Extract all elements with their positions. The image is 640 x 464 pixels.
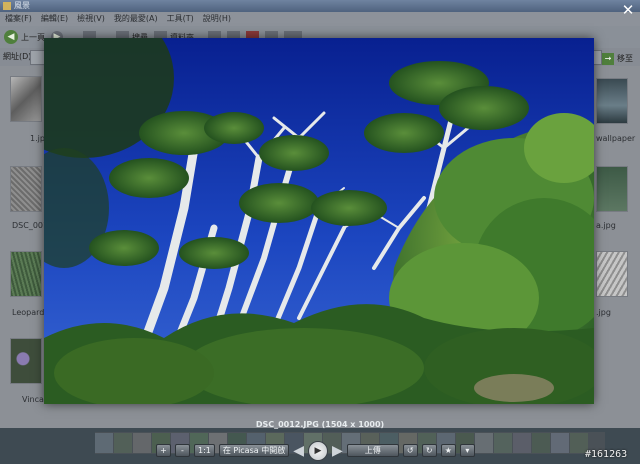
play-slideshow-button[interactable]: ▶ bbox=[307, 440, 328, 461]
back-button[interactable]: ◀ 上一頁 bbox=[4, 30, 45, 44]
folder-icon bbox=[3, 2, 11, 10]
rotate-left-icon[interactable]: ↺ bbox=[402, 444, 418, 457]
menu-file[interactable]: 檔案(F) bbox=[5, 12, 32, 26]
window-title: 風景 bbox=[14, 1, 30, 10]
file-thumbnail[interactable] bbox=[596, 166, 628, 212]
tree-photo bbox=[44, 38, 594, 404]
photo-preview bbox=[44, 38, 594, 404]
filmstrip-thumbnail[interactable] bbox=[532, 433, 550, 453]
menu-help[interactable]: 說明(H) bbox=[203, 12, 231, 26]
file-name: wallpaper bbox=[596, 134, 636, 143]
menu-edit[interactable]: 編輯(E) bbox=[41, 12, 68, 26]
menu-view[interactable]: 檢視(V) bbox=[77, 12, 105, 26]
address-label: 網址(D) bbox=[3, 52, 32, 61]
next-arrow-icon[interactable]: ▶ bbox=[332, 444, 343, 458]
file-name: Vinca bbox=[22, 395, 44, 404]
rotate-right-icon[interactable]: ↻ bbox=[421, 444, 437, 457]
previous-arrow-icon[interactable]: ◀ bbox=[293, 444, 304, 458]
image-caption: DSC_0012.JPG (1504 x 1000) bbox=[255, 420, 385, 429]
filmstrip-thumbnail[interactable] bbox=[494, 433, 512, 453]
file-thumbnail[interactable] bbox=[10, 166, 42, 212]
filmstrip-thumbnail[interactable] bbox=[114, 433, 132, 453]
filmstrip-thumbnail[interactable] bbox=[513, 433, 531, 453]
star-icon[interactable]: ★ bbox=[440, 444, 456, 457]
go-arrow-icon: → bbox=[602, 53, 614, 65]
filmstrip-thumbnail[interactable] bbox=[95, 433, 113, 453]
file-name: a.jpg bbox=[596, 221, 616, 230]
upload-button[interactable]: 上傳 bbox=[346, 444, 399, 457]
menu-favorites[interactable]: 我的最愛(A) bbox=[114, 12, 158, 26]
file-thumbnail[interactable] bbox=[10, 251, 42, 297]
close-icon[interactable]: ✕ bbox=[619, 2, 637, 18]
open-in-picasa-button[interactable]: 在 Picasa 中開啟 bbox=[218, 444, 290, 457]
menu-bar: 檔案(F) 編輯(E) 檢視(V) 我的最愛(A) 工具(T) 說明(H) bbox=[0, 12, 640, 26]
filmstrip-thumbnail[interactable] bbox=[475, 433, 493, 453]
window-title-bar: 風景 bbox=[0, 0, 640, 12]
back-label: 上一頁 bbox=[21, 32, 45, 42]
file-thumbnail[interactable] bbox=[596, 78, 628, 124]
watermark: #161263 bbox=[585, 449, 628, 460]
zoom-in-button[interactable]: + bbox=[156, 444, 171, 457]
menu-tools[interactable]: 工具(T) bbox=[167, 12, 194, 26]
actual-size-button[interactable]: 1:1 bbox=[194, 444, 215, 457]
file-thumbnail[interactable] bbox=[596, 251, 628, 297]
more-options-icon[interactable]: ▾ bbox=[459, 444, 475, 457]
back-arrow-icon: ◀ bbox=[4, 30, 18, 44]
file-thumbnail[interactable] bbox=[10, 76, 42, 122]
file-name: Leopard bbox=[12, 308, 45, 317]
filmstrip-thumbnail[interactable] bbox=[133, 433, 151, 453]
viewer-controls: + - 1:1 在 Picasa 中開啟 ◀ ▶ ▶ 上傳 ↺ ↻ ★ ▾ bbox=[156, 440, 475, 461]
file-thumbnail[interactable] bbox=[10, 338, 42, 384]
filmstrip-thumbnail[interactable] bbox=[551, 433, 569, 453]
file-name: .jpg bbox=[596, 308, 611, 317]
zoom-out-button[interactable]: - bbox=[175, 444, 190, 457]
